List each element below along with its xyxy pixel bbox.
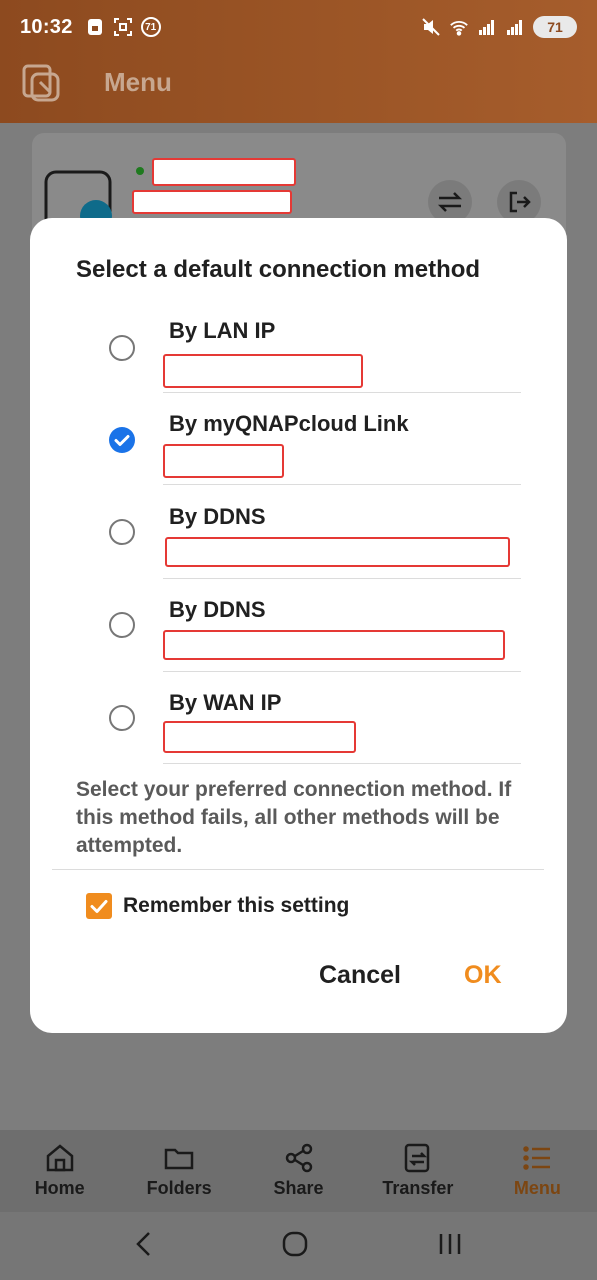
dialog-title: Select a default connection method	[76, 256, 481, 283]
redacted-device-name	[152, 158, 296, 186]
status-bar: 10:32 71 71	[0, 0, 597, 54]
nav-label: Share	[273, 1178, 324, 1198]
status-time: 10:32	[20, 15, 73, 38]
home-icon	[44, 1142, 76, 1174]
sim-card-icon	[85, 17, 105, 37]
divider	[163, 484, 521, 485]
recent-apps-icon[interactable]	[437, 1232, 463, 1261]
nav-item-menu[interactable]: Menu	[478, 1130, 597, 1212]
folder-icon	[163, 1142, 195, 1174]
home-button-icon[interactable]	[281, 1230, 309, 1263]
divider	[163, 671, 521, 672]
wifi-icon	[449, 17, 469, 37]
divider	[52, 869, 544, 870]
option-label: By DDNS	[169, 597, 266, 622]
option-label: By DDNS	[169, 504, 266, 529]
mute-icon	[421, 17, 441, 37]
redacted-device-address	[132, 190, 292, 214]
remember-setting-row[interactable]: Remember this setting	[86, 893, 349, 919]
radio-button[interactable]	[109, 519, 135, 545]
online-status-dot	[136, 167, 144, 175]
ok-button[interactable]: OK	[464, 961, 502, 990]
app-header: 10:32 71 71 Menu	[0, 0, 597, 123]
nav-label: Menu	[513, 1178, 561, 1198]
cancel-button[interactable]: Cancel	[319, 961, 401, 990]
redacted-option-value	[163, 444, 284, 478]
connection-method-dialog: Select a default connection method By LA…	[30, 218, 567, 1033]
divider	[163, 392, 521, 393]
divider	[163, 578, 521, 579]
redacted-option-value	[163, 721, 356, 753]
radio-button[interactable]	[109, 612, 135, 638]
nav-label: Home	[34, 1178, 85, 1198]
nav-label: Transfer	[382, 1178, 454, 1198]
bottom-nav: Home Folders Share Transfer Menu	[0, 1130, 597, 1212]
radio-button[interactable]	[109, 705, 135, 731]
nav-item-folders[interactable]: Folders	[119, 1130, 238, 1212]
redacted-option-value	[163, 630, 505, 660]
dialog-hint-text: Select your preferred connection method.…	[76, 778, 512, 857]
notification-count-badge: 71	[140, 17, 161, 37]
signal-icon-2	[505, 17, 525, 37]
remember-checkbox[interactable]	[86, 893, 112, 919]
status-system-icons: 71	[421, 16, 577, 38]
transfer-icon	[402, 1142, 434, 1174]
share-icon	[283, 1142, 315, 1174]
signal-icon	[477, 17, 497, 37]
status-notification-icons: 71	[85, 17, 161, 37]
radio-button[interactable]	[109, 335, 135, 361]
app-logo-icon	[20, 60, 64, 104]
redacted-option-value	[163, 354, 363, 388]
header-row: Menu	[20, 60, 172, 104]
option-ddns-1[interactable]: By DDNS	[30, 487, 567, 580]
nav-item-home[interactable]: Home	[0, 1130, 119, 1212]
option-wan-ip[interactable]: By WAN IP	[30, 673, 567, 766]
battery-indicator: 71	[533, 16, 577, 38]
nav-item-transfer[interactable]: Transfer	[358, 1130, 477, 1212]
option-label: By WAN IP	[169, 690, 282, 715]
screenshot-icon	[113, 17, 133, 37]
divider	[163, 763, 521, 764]
menu-icon	[521, 1142, 553, 1174]
option-myqnapcloud-link[interactable]: By myQNAPcloud Link	[30, 394, 567, 487]
option-label: By myQNAPcloud Link	[169, 411, 409, 436]
option-label: By LAN IP	[169, 318, 276, 343]
page-title: Menu	[104, 66, 172, 97]
redacted-option-value	[165, 537, 510, 567]
system-navigation-bar	[0, 1212, 597, 1280]
radio-button-selected[interactable]	[109, 427, 135, 453]
option-lan-ip[interactable]: By LAN IP	[30, 301, 567, 394]
back-icon[interactable]	[134, 1230, 154, 1263]
nav-item-share[interactable]: Share	[239, 1130, 358, 1212]
nav-label: Folders	[146, 1178, 212, 1198]
option-ddns-2[interactable]: By DDNS	[30, 580, 567, 673]
remember-label: Remember this setting	[123, 894, 350, 917]
